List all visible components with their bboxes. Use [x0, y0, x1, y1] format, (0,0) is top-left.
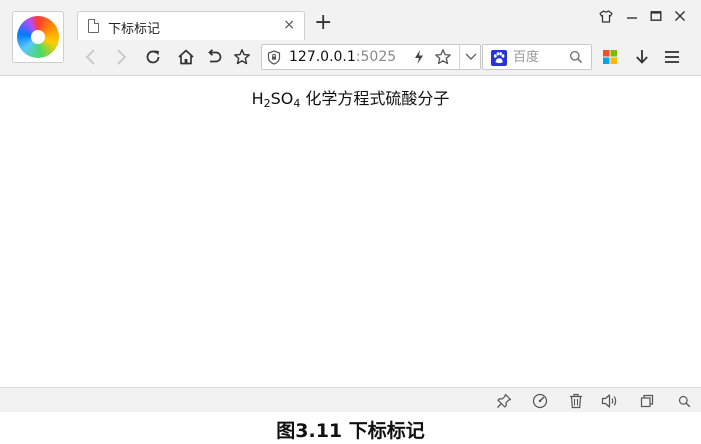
sound-button[interactable] — [601, 392, 619, 410]
refresh-icon — [146, 50, 160, 64]
url-port: :5025 — [355, 49, 397, 65]
minimize-icon — [627, 17, 637, 19]
home-icon — [178, 49, 194, 65]
skin-button[interactable] — [596, 6, 616, 26]
maximize-button[interactable] — [646, 6, 666, 26]
chevron-left-icon — [85, 49, 95, 65]
formula-h: H — [251, 89, 264, 108]
menu-button[interactable] — [661, 46, 683, 68]
status-bar — [0, 387, 701, 412]
formula-text: H2SO4 化学方程式硫酸分子 — [0, 85, 701, 110]
figure-caption: 图3.11 下标标记 — [276, 420, 425, 442]
forward-button[interactable] — [110, 46, 132, 68]
speaker-icon — [601, 394, 617, 408]
url-text[interactable]: 127.0.0.1:5025 — [289, 49, 417, 65]
formula-so: SO — [270, 89, 294, 108]
download-arrow-icon — [636, 50, 648, 64]
url-host: 127.0.0.1 — [289, 49, 356, 65]
tab-title: 下标标记 — [108, 22, 161, 37]
chevron-down-icon — [465, 53, 476, 60]
close-icon — [675, 11, 685, 21]
clear-button[interactable] — [567, 392, 585, 410]
apps-button[interactable] — [599, 46, 621, 68]
address-dropdown-button[interactable] — [459, 45, 481, 69]
page-icon — [88, 19, 99, 33]
download-button[interactable] — [631, 46, 653, 68]
home-button[interactable] — [175, 46, 197, 68]
search-box[interactable] — [482, 44, 592, 70]
formula-desc: 化学方程式硫酸分子 — [300, 89, 450, 108]
trash-icon — [570, 393, 582, 409]
shirt-icon — [599, 9, 613, 23]
subscript-2: 2 — [263, 97, 271, 110]
hamburger-menu-icon — [665, 51, 679, 63]
pin-icon — [497, 393, 512, 408]
minimize-button[interactable] — [622, 6, 642, 26]
shield-icon — [267, 50, 281, 65]
pin-button[interactable] — [495, 392, 513, 410]
window-button[interactable] — [638, 392, 656, 410]
undo-icon — [208, 49, 222, 63]
search-input[interactable] — [513, 48, 567, 66]
page-content: H2SO4 化学方程式硫酸分子 — [0, 77, 701, 387]
browser-chrome: 下标标记 × + 127.0.0.1:5025 百度 — [0, 0, 701, 76]
new-tab-button[interactable]: + — [314, 12, 332, 34]
star-outline-icon — [234, 49, 250, 65]
tab-close-button[interactable]: × — [283, 17, 295, 33]
apps-grid-icon — [603, 50, 617, 64]
address-bar[interactable]: 127.0.0.1:5025 — [261, 44, 481, 70]
back-button[interactable] — [80, 46, 102, 68]
chevron-right-icon — [117, 49, 127, 65]
tab-active[interactable]: 下标标记 × — [77, 11, 305, 40]
speedometer-icon — [532, 393, 548, 409]
speed-button[interactable] — [531, 392, 549, 410]
browser-logo[interactable] — [12, 11, 64, 63]
window-copy-icon — [640, 394, 654, 408]
baidu-paw-icon[interactable] — [491, 50, 507, 66]
undo-close-button[interactable] — [203, 46, 225, 68]
star-icon[interactable] — [434, 48, 452, 66]
magnifier-icon[interactable] — [569, 50, 583, 64]
zoom-button[interactable] — [675, 392, 693, 410]
browser-logo-icon — [17, 16, 59, 58]
favorites-button[interactable] — [231, 46, 253, 68]
lightning-icon[interactable] — [413, 49, 425, 65]
close-window-button[interactable] — [670, 6, 690, 26]
refresh-button[interactable] — [142, 46, 164, 68]
magnifier-icon — [678, 395, 690, 407]
maximize-icon — [650, 11, 662, 21]
